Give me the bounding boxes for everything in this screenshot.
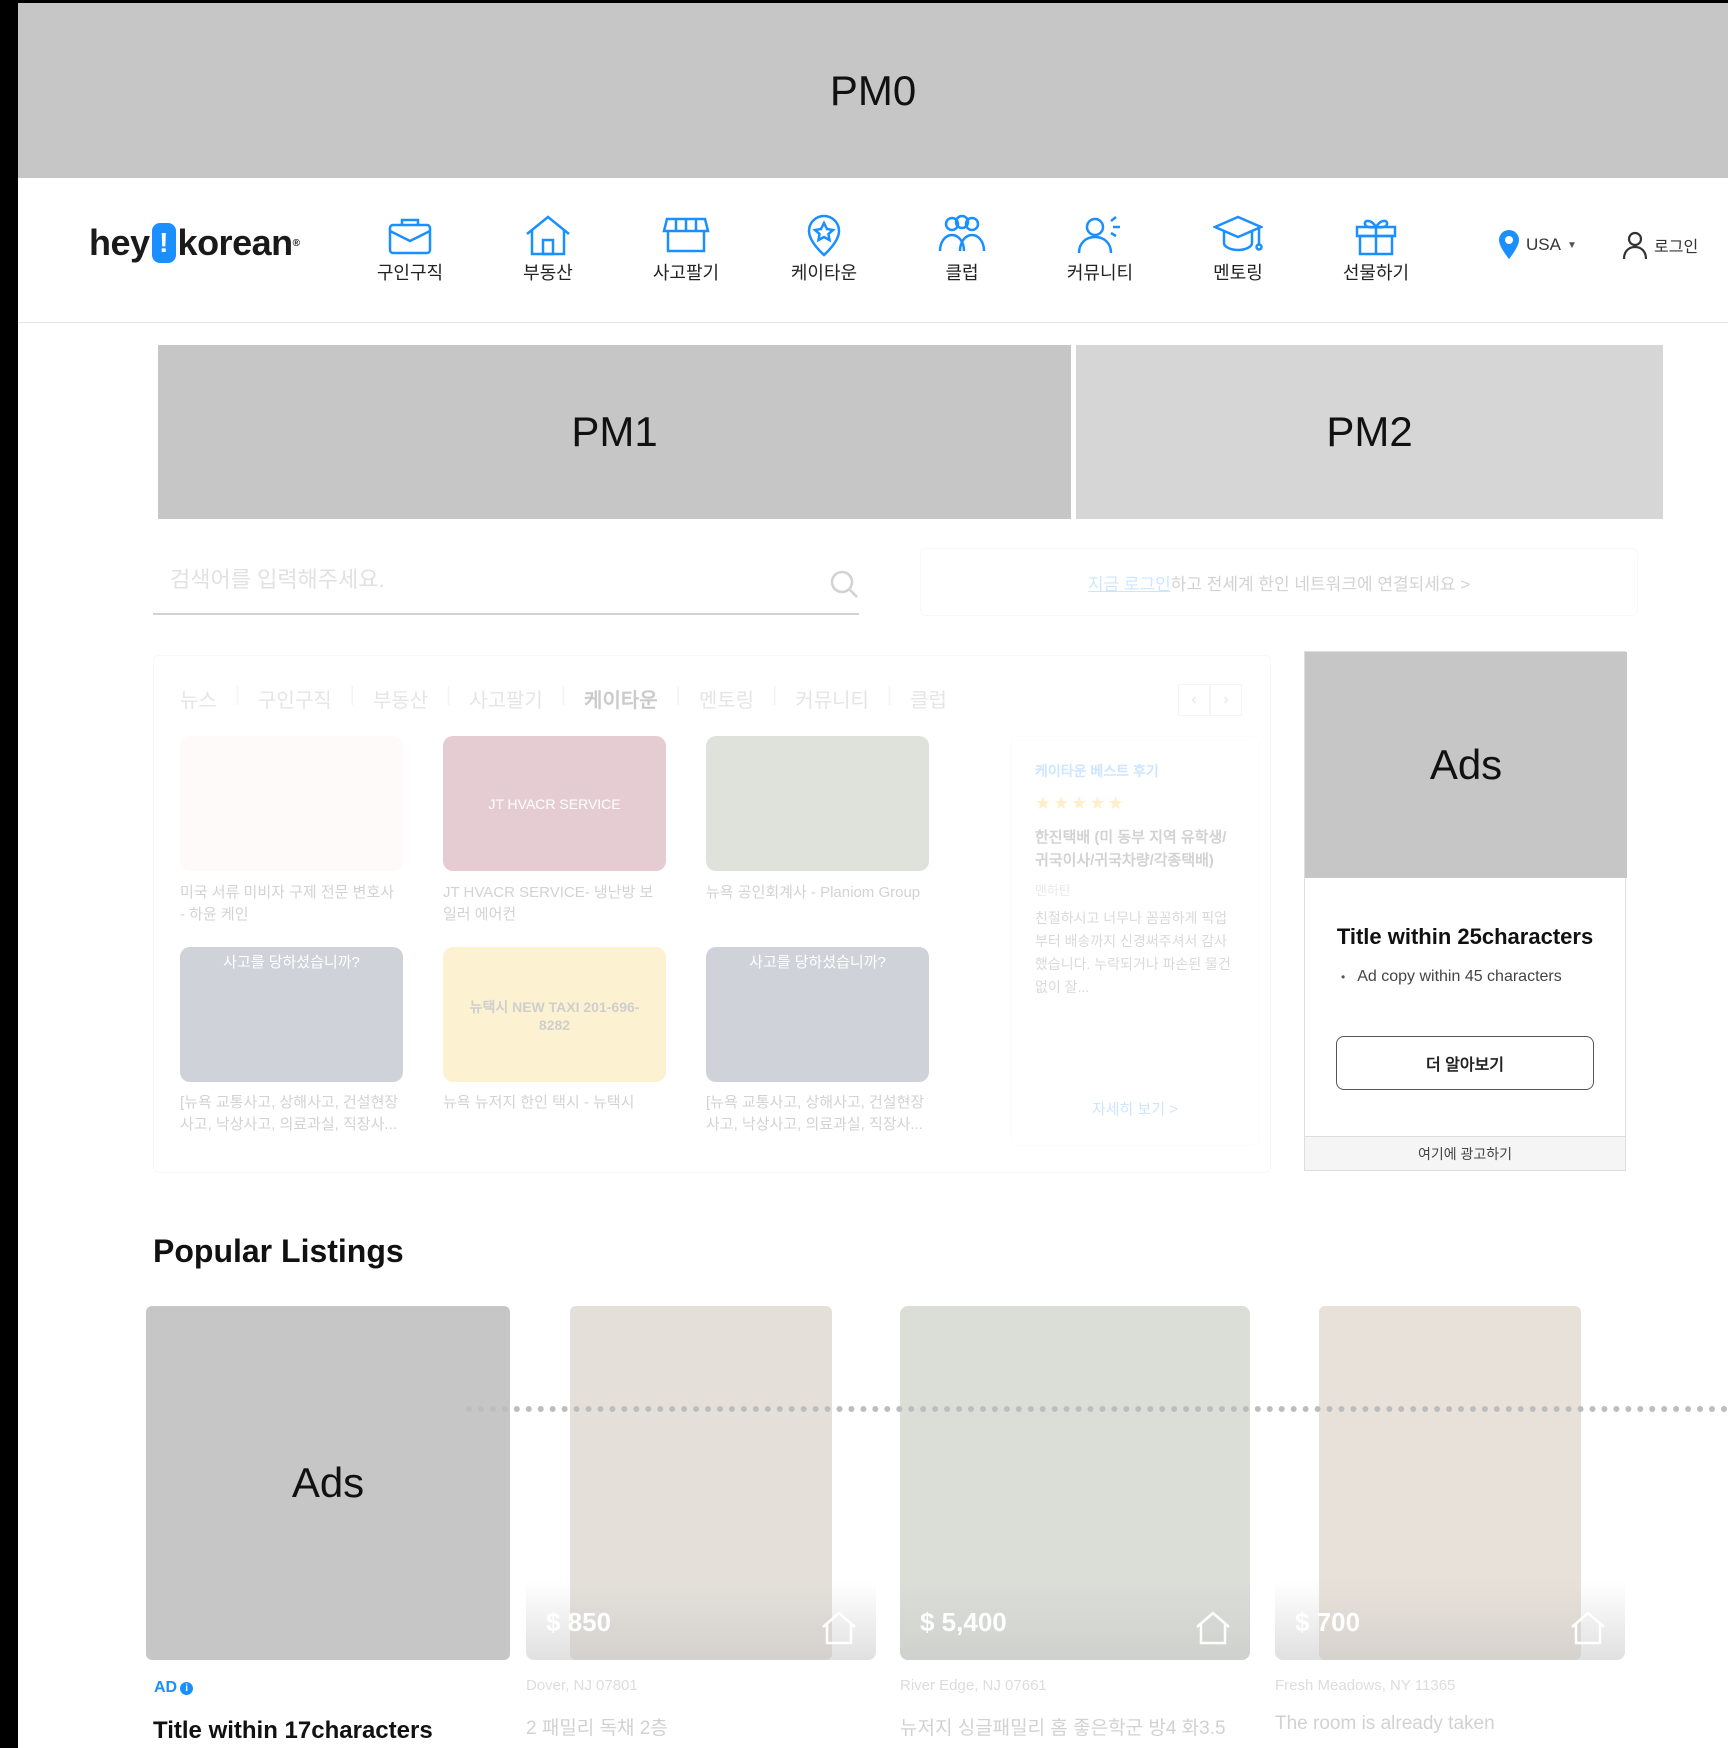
group-icon: [938, 214, 986, 252]
search-bar: [153, 551, 859, 615]
listing-card[interactable]: $ 700: [1275, 1306, 1625, 1660]
nav-item-club[interactable]: 클럽: [893, 213, 1031, 285]
location-label: USA: [1526, 235, 1561, 254]
house-icon: [1196, 1611, 1230, 1645]
card-caption[interactable]: JT HVACR SERVICE- 냉난방 보일러 에어컨: [443, 882, 666, 926]
listing-card[interactable]: $ 5,400: [900, 1306, 1250, 1660]
listing-location: Fresh Meadows, NY 11365: [1275, 1677, 1456, 1694]
tab-community[interactable]: 커뮤니티: [795, 684, 869, 713]
login-button[interactable]: 로그인: [1622, 230, 1698, 260]
tab-club[interactable]: 클럽: [910, 684, 947, 713]
review-heading: 케이타운 베스트 후기: [1035, 763, 1159, 779]
card-thumbnail[interactable]: [180, 736, 403, 871]
listing-price: $ 700: [1295, 1607, 1361, 1637]
ad-listing-placeholder[interactable]: Ads: [146, 1306, 510, 1660]
tab-market[interactable]: 사고팔기: [469, 684, 543, 713]
listing-title[interactable]: 뉴저지 싱글패밀리 홈 좋은학군 방4 화3.5: [900, 1713, 1226, 1740]
house-icon: [1571, 1611, 1605, 1645]
chevron-left-icon[interactable]: ‹: [1178, 684, 1210, 716]
advertise-here-link[interactable]: 여기에 광고하기: [1305, 1136, 1625, 1170]
card-thumbnail[interactable]: 사고를 당하셨습니까?: [180, 947, 403, 1082]
nav-item-market[interactable]: 사고팔기: [617, 213, 755, 285]
card-thumbnail[interactable]: 뉴택시 NEW TAXI 201-696-8282: [443, 947, 666, 1082]
review-title: 한진택배 (미 동부 지역 유학생/귀국이사/귀국차량/각종택배): [1035, 829, 1227, 869]
logo[interactable]: hey ! korean ®: [89, 222, 300, 264]
login-banner-link[interactable]: 지금 로그인: [1088, 570, 1171, 595]
listing-location: River Edge, NJ 07661: [900, 1677, 1047, 1694]
nav-item-community[interactable]: 커뮤니티: [1031, 213, 1169, 285]
nav-item-gift[interactable]: 선물하기: [1307, 213, 1445, 285]
chevron-right-icon[interactable]: ›: [1210, 684, 1242, 716]
tab-ktown[interactable]: 케이타운: [584, 684, 658, 713]
storefront-icon: [662, 217, 710, 253]
gift-icon: [1355, 219, 1397, 256]
listing-price: $ 850: [546, 1607, 612, 1637]
pm1-placeholder: PM1: [158, 345, 1071, 519]
card-caption[interactable]: [뉴욕 교통사고, 상해사고, 건설현장 사고, 낙상사고, 의료과실, 직장사…: [706, 1092, 929, 1136]
card-caption[interactable]: 뉴욕 공인회계사 - Planiom Group: [706, 882, 929, 904]
ad-listing-title[interactable]: Title within 17characters: [153, 1717, 433, 1745]
ad-tag: AD i: [154, 1679, 194, 1697]
tab-news[interactable]: 뉴스: [180, 684, 217, 713]
location-selector[interactable]: USA ▼: [1498, 230, 1577, 260]
house-icon: [822, 1611, 856, 1645]
briefcase-icon: [388, 218, 432, 255]
star-rating: ★★★★★: [1035, 793, 1126, 813]
main-nav: 구인구직 부동산 사고팔기 케이타운 클럽 커뮤니티 멘토링 선물하기: [341, 213, 1445, 285]
nav-item-realestate[interactable]: 부동산: [479, 213, 617, 285]
location-pin-icon: [1499, 230, 1519, 259]
pm0-placeholder: PM0: [18, 3, 1728, 178]
card-thumbnail[interactable]: JT HVACR SERVICE: [443, 736, 666, 871]
chevron-down-icon: ▼: [1566, 239, 1577, 251]
logo-bang-icon: !: [151, 223, 176, 263]
guide-dotted-line: [466, 1406, 1728, 1412]
listing-title[interactable]: The room is already taken: [1275, 1713, 1495, 1735]
best-review-card[interactable]: 케이타운 베스트 후기 ★★★★★ 한진택배 (미 동부 지역 유학생/귀국이사…: [1010, 736, 1260, 1146]
house-icon: [526, 215, 570, 256]
login-banner-text: 하고 전세계 한인 네트워크에 연결되세요 >: [1170, 574, 1471, 594]
nav-item-mentoring[interactable]: 멘토링: [1169, 213, 1307, 285]
listing-location: Dover, NJ 07801: [526, 1677, 638, 1694]
info-icon[interactable]: i: [180, 1681, 194, 1695]
category-panel: 뉴스 | 구인구직 | 부동산 | 사고팔기 | 케이타운 | 멘토링 | 커뮤니티 | 클럽…: [153, 655, 1271, 1173]
login-banner[interactable]: 지금 로그인 하고 전세계 한인 네트워크에 연결되세요 >: [920, 548, 1638, 616]
listing-card[interactable]: $ 850: [526, 1306, 876, 1660]
popular-listings-heading: Popular Listings: [153, 1233, 404, 1269]
listing-title[interactable]: 2 패밀리 독채 2층: [526, 1713, 668, 1740]
search-icon[interactable]: [829, 569, 859, 599]
card-caption[interactable]: 미국 서류 미비자 구제 전문 변호사 - 하윤 케인: [180, 882, 403, 926]
card-caption[interactable]: [뉴욕 교통사고, 상해사고, 건설현장 사고, 낙상사고, 의료과실, 직장사…: [180, 1092, 403, 1136]
review-author: 맨하탄: [1035, 883, 1071, 898]
tab-realestate[interactable]: 부동산: [373, 684, 428, 713]
card-thumbnail[interactable]: [706, 736, 929, 871]
ad-card: Ads Title within 25characters Ad copy wi…: [1304, 651, 1627, 1171]
review-more-link[interactable]: 자세히 보기 >: [1011, 1098, 1259, 1119]
ad-title: Title within 25characters: [1336, 924, 1594, 949]
graduation-cap-icon: [1213, 215, 1263, 252]
search-input[interactable]: [170, 555, 810, 605]
community-icon: [1077, 216, 1120, 254]
card-caption[interactable]: 뉴욕 뉴저지 한인 택시 - 뉴택시: [443, 1092, 666, 1114]
listing-price: $ 5,400: [920, 1607, 1007, 1637]
pm2-placeholder: PM2: [1076, 345, 1663, 519]
review-body: 친절하시고 너무나 꼼꼼하게 픽업부터 배송까지 신경써주셔서 감사했습니다. …: [1035, 910, 1231, 995]
user-icon: [1622, 231, 1648, 260]
tab-mentoring[interactable]: 멘토링: [699, 684, 754, 713]
card-thumbnail[interactable]: 사고를 당하셨습니까?: [706, 947, 929, 1082]
category-tabs: 뉴스 | 구인구직 | 부동산 | 사고팔기 | 케이타운 | 멘토링 | 커뮤니티 | 클럽: [180, 684, 947, 713]
learn-more-button[interactable]: 더 알아보기: [1336, 1036, 1594, 1090]
map-pin-star-icon: [807, 214, 841, 257]
nav-item-ktown[interactable]: 케이타운: [755, 213, 893, 285]
login-label: 로그인: [1654, 239, 1699, 256]
ad-copy: Ad copy within 45 characters: [1341, 968, 1625, 986]
site-header: hey ! korean ® 구인구직 부동산 사고팔기 케이타운 클럽 커뮤니…: [18, 178, 1728, 323]
tab-jobs[interactable]: 구인구직: [258, 684, 332, 713]
nav-item-jobs[interactable]: 구인구직: [341, 213, 479, 285]
ad-image-placeholder[interactable]: Ads: [1305, 652, 1627, 878]
carousel-arrows: ‹ ›: [1178, 684, 1242, 716]
